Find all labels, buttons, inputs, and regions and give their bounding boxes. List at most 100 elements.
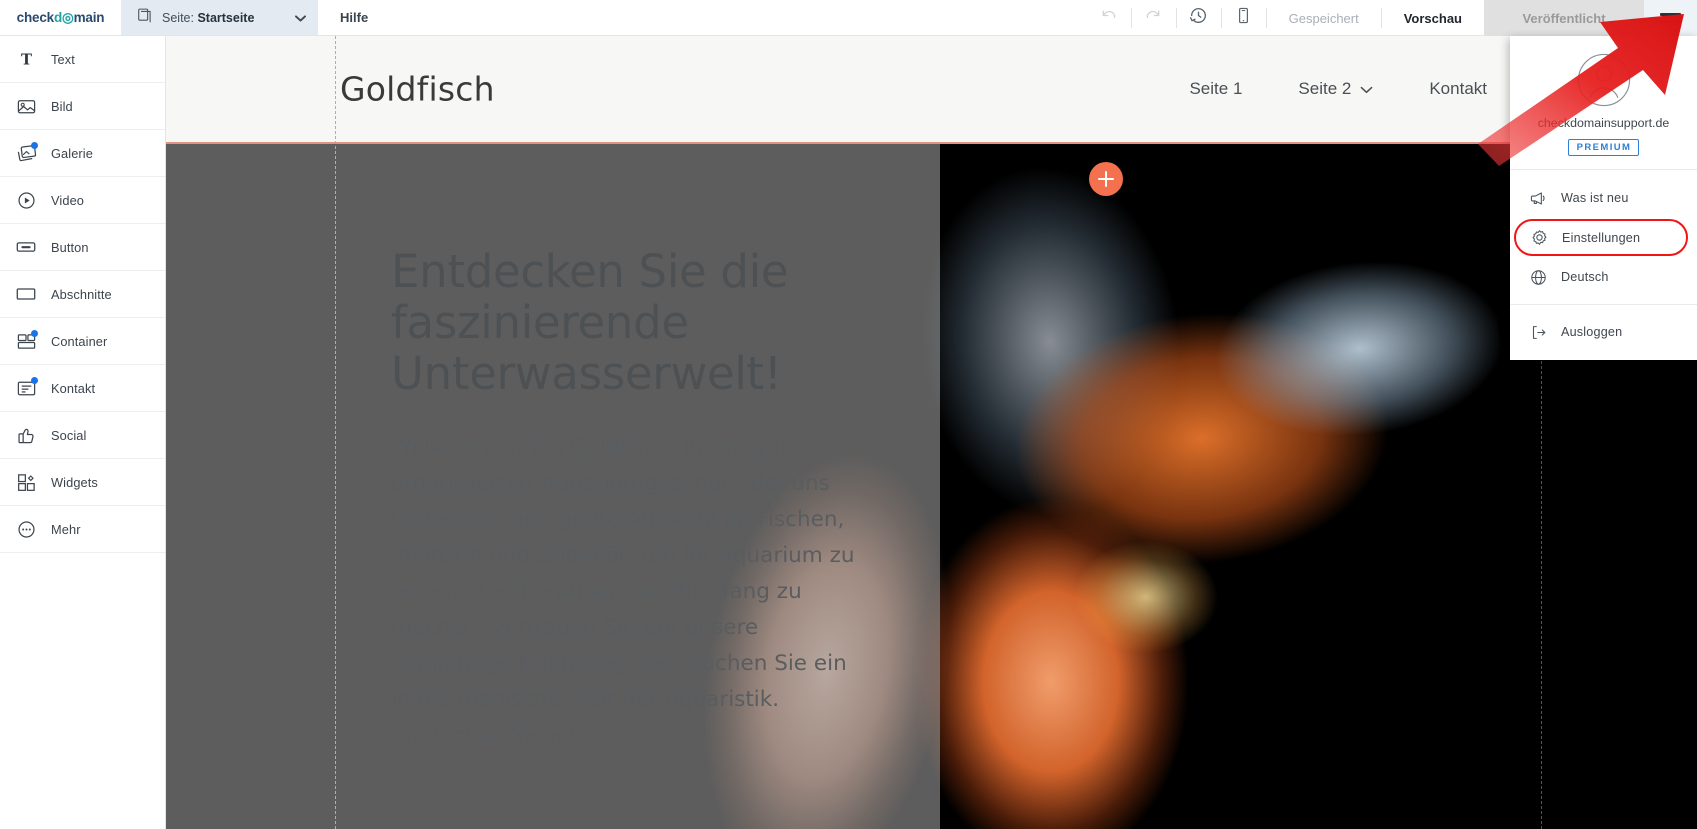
add-section-button[interactable]	[1089, 162, 1123, 196]
sections-icon	[14, 282, 38, 306]
sidebar-item-container[interactable]: Container	[0, 318, 165, 365]
goldfish-highlight	[1046, 512, 1246, 682]
text-icon: T	[14, 47, 38, 71]
page-selector-label: Seite: Startseite	[162, 11, 254, 25]
plan-badge: PREMIUM	[1567, 139, 1640, 156]
svg-text:T: T	[21, 51, 32, 68]
app-logo-text: checkd◎main	[16, 9, 105, 25]
sidebar-item-label: Bild	[51, 98, 73, 114]
sidebar-item-social[interactable]: Social	[0, 412, 165, 459]
sidebar-item-video[interactable]: Video	[0, 177, 165, 224]
sidebar-item-kontakt[interactable]: Kontakt	[0, 365, 165, 412]
site-canvas: Goldfisch Seite 1 Seite 2 Kontakt Entdec…	[166, 36, 1697, 829]
user-menu-list: Was ist neu Einstellungen Deutsch Auslog…	[1510, 170, 1697, 360]
new-badge-dot	[31, 330, 38, 337]
hamburger-menu-button[interactable]	[1644, 0, 1697, 36]
widgets-grid-icon	[14, 470, 38, 494]
app-root: checkd◎main Seite: Startseite Hilfe Gesp…	[0, 0, 1697, 829]
site-navigation: Seite 1 Seite 2 Kontakt	[1189, 79, 1487, 99]
menu-item-label: Was ist neu	[1561, 191, 1629, 205]
chevron-down-icon	[295, 9, 306, 27]
elements-sidebar: T Text Bild Galerie Video Button Abschni…	[0, 36, 166, 829]
menu-item-ausloggen[interactable]: Ausloggen	[1510, 311, 1697, 353]
menu-item-label: Ausloggen	[1561, 325, 1623, 339]
menu-item-was-ist-neu[interactable]: Was ist neu	[1510, 177, 1697, 219]
sidebar-item-label: Galerie	[51, 145, 93, 161]
sidebar-item-label: Video	[51, 192, 84, 208]
preview-button[interactable]: Vorschau	[1382, 0, 1484, 36]
sidebar-item-label: Kontakt	[51, 380, 96, 396]
site-header: Goldfisch Seite 1 Seite 2 Kontakt	[166, 36, 1697, 142]
account-name: checkdomainsupport.de	[1537, 116, 1670, 130]
gallery-icon	[14, 141, 38, 165]
nav-link-label: Kontakt	[1429, 79, 1487, 98]
sidebar-item-label: Text	[51, 51, 75, 67]
mobile-preview-icon	[1234, 6, 1253, 30]
sidebar-item-bild[interactable]: Bild	[0, 83, 165, 130]
menu-item-label: Einstellungen	[1562, 230, 1641, 245]
redo-button[interactable]	[1132, 0, 1176, 36]
nav-link-label: Seite 1	[1189, 79, 1243, 98]
canvas-guide-left	[335, 36, 336, 829]
save-status-label: Gespeichert	[1288, 10, 1359, 26]
logout-icon	[1527, 323, 1549, 342]
sidebar-item-label: Widgets	[51, 474, 98, 490]
user-account-menu: checkdomainsupport.de PREMIUM Was ist ne…	[1510, 36, 1697, 360]
sidebar-item-label: Social	[51, 427, 87, 443]
publish-label: Veröffentlicht	[1522, 10, 1606, 26]
more-dots-icon	[14, 517, 38, 541]
site-logo-text[interactable]: Goldfisch	[340, 70, 495, 109]
sidebar-item-mehr[interactable]: Mehr	[0, 506, 165, 553]
button-icon	[14, 235, 38, 259]
nav-link-label: Seite 2	[1298, 79, 1352, 98]
chevron-down-icon	[1360, 79, 1373, 99]
sidebar-item-abschnitte[interactable]: Abschnitte	[0, 271, 165, 318]
menu-item-label: Deutsch	[1561, 270, 1609, 284]
menu-item-deutsch[interactable]: Deutsch	[1510, 256, 1697, 298]
hero-text-block[interactable]: Entdecken Sie die faszinierende Unterwas…	[391, 246, 856, 755]
publish-button[interactable]: Veröffentlicht	[1484, 0, 1644, 36]
sidebar-item-button[interactable]: Button	[0, 224, 165, 271]
page-selector[interactable]: Seite: Startseite	[122, 0, 318, 35]
help-button[interactable]: Hilfe	[318, 0, 390, 35]
sidebar-item-label: Button	[51, 239, 89, 255]
save-status: Gespeichert	[1267, 0, 1381, 36]
new-badge-dot	[31, 142, 38, 149]
video-play-icon	[14, 188, 38, 212]
hero-section[interactable]: Entdecken Sie die faszinierende Unterwas…	[166, 142, 1697, 829]
megaphone-icon	[1527, 189, 1549, 208]
sidebar-item-widgets[interactable]: Widgets	[0, 459, 165, 506]
history-clock-icon	[1188, 5, 1209, 31]
sidebar-item-galerie[interactable]: Galerie	[0, 130, 165, 177]
menu-item-einstellungen[interactable]: Einstellungen	[1514, 219, 1688, 256]
sidebar-item-label: Mehr	[51, 521, 81, 537]
sidebar-item-label: Abschnitte	[51, 286, 112, 302]
globe-icon	[1527, 268, 1549, 287]
user-account-header: checkdomainsupport.de PREMIUM	[1510, 36, 1697, 170]
user-avatar-icon	[1577, 53, 1630, 107]
hero-paragraph[interactable]: Willkommen bei Goldfisch, Ihrem gut orga…	[391, 430, 856, 755]
image-icon	[14, 94, 38, 118]
nav-link-seite-2[interactable]: Seite 2	[1298, 79, 1373, 99]
sidebar-item-label: Container	[51, 333, 108, 349]
sidebar-item-text[interactable]: T Text	[0, 36, 165, 83]
undo-button[interactable]	[1087, 0, 1131, 36]
help-label: Hilfe	[340, 10, 369, 25]
pages-icon	[136, 7, 153, 29]
new-badge-dot	[31, 377, 38, 384]
contact-form-icon	[14, 376, 38, 400]
top-toolbar: checkd◎main Seite: Startseite Hilfe Gesp…	[0, 0, 1697, 36]
app-logo[interactable]: checkd◎main	[0, 0, 122, 35]
redo-icon	[1144, 6, 1163, 30]
hero-heading[interactable]: Entdecken Sie die faszinierende Unterwas…	[391, 246, 856, 400]
nav-link-seite-1[interactable]: Seite 1	[1189, 79, 1242, 99]
nav-link-kontakt[interactable]: Kontakt	[1429, 79, 1487, 99]
gear-icon	[1528, 228, 1550, 247]
preview-label: Vorschau	[1403, 10, 1462, 26]
history-button[interactable]	[1177, 0, 1221, 36]
thumbs-up-icon	[14, 423, 38, 447]
mobile-preview-button[interactable]	[1222, 0, 1266, 36]
page-current-name: Startseite	[197, 10, 255, 25]
avatar[interactable]	[1520, 53, 1687, 107]
